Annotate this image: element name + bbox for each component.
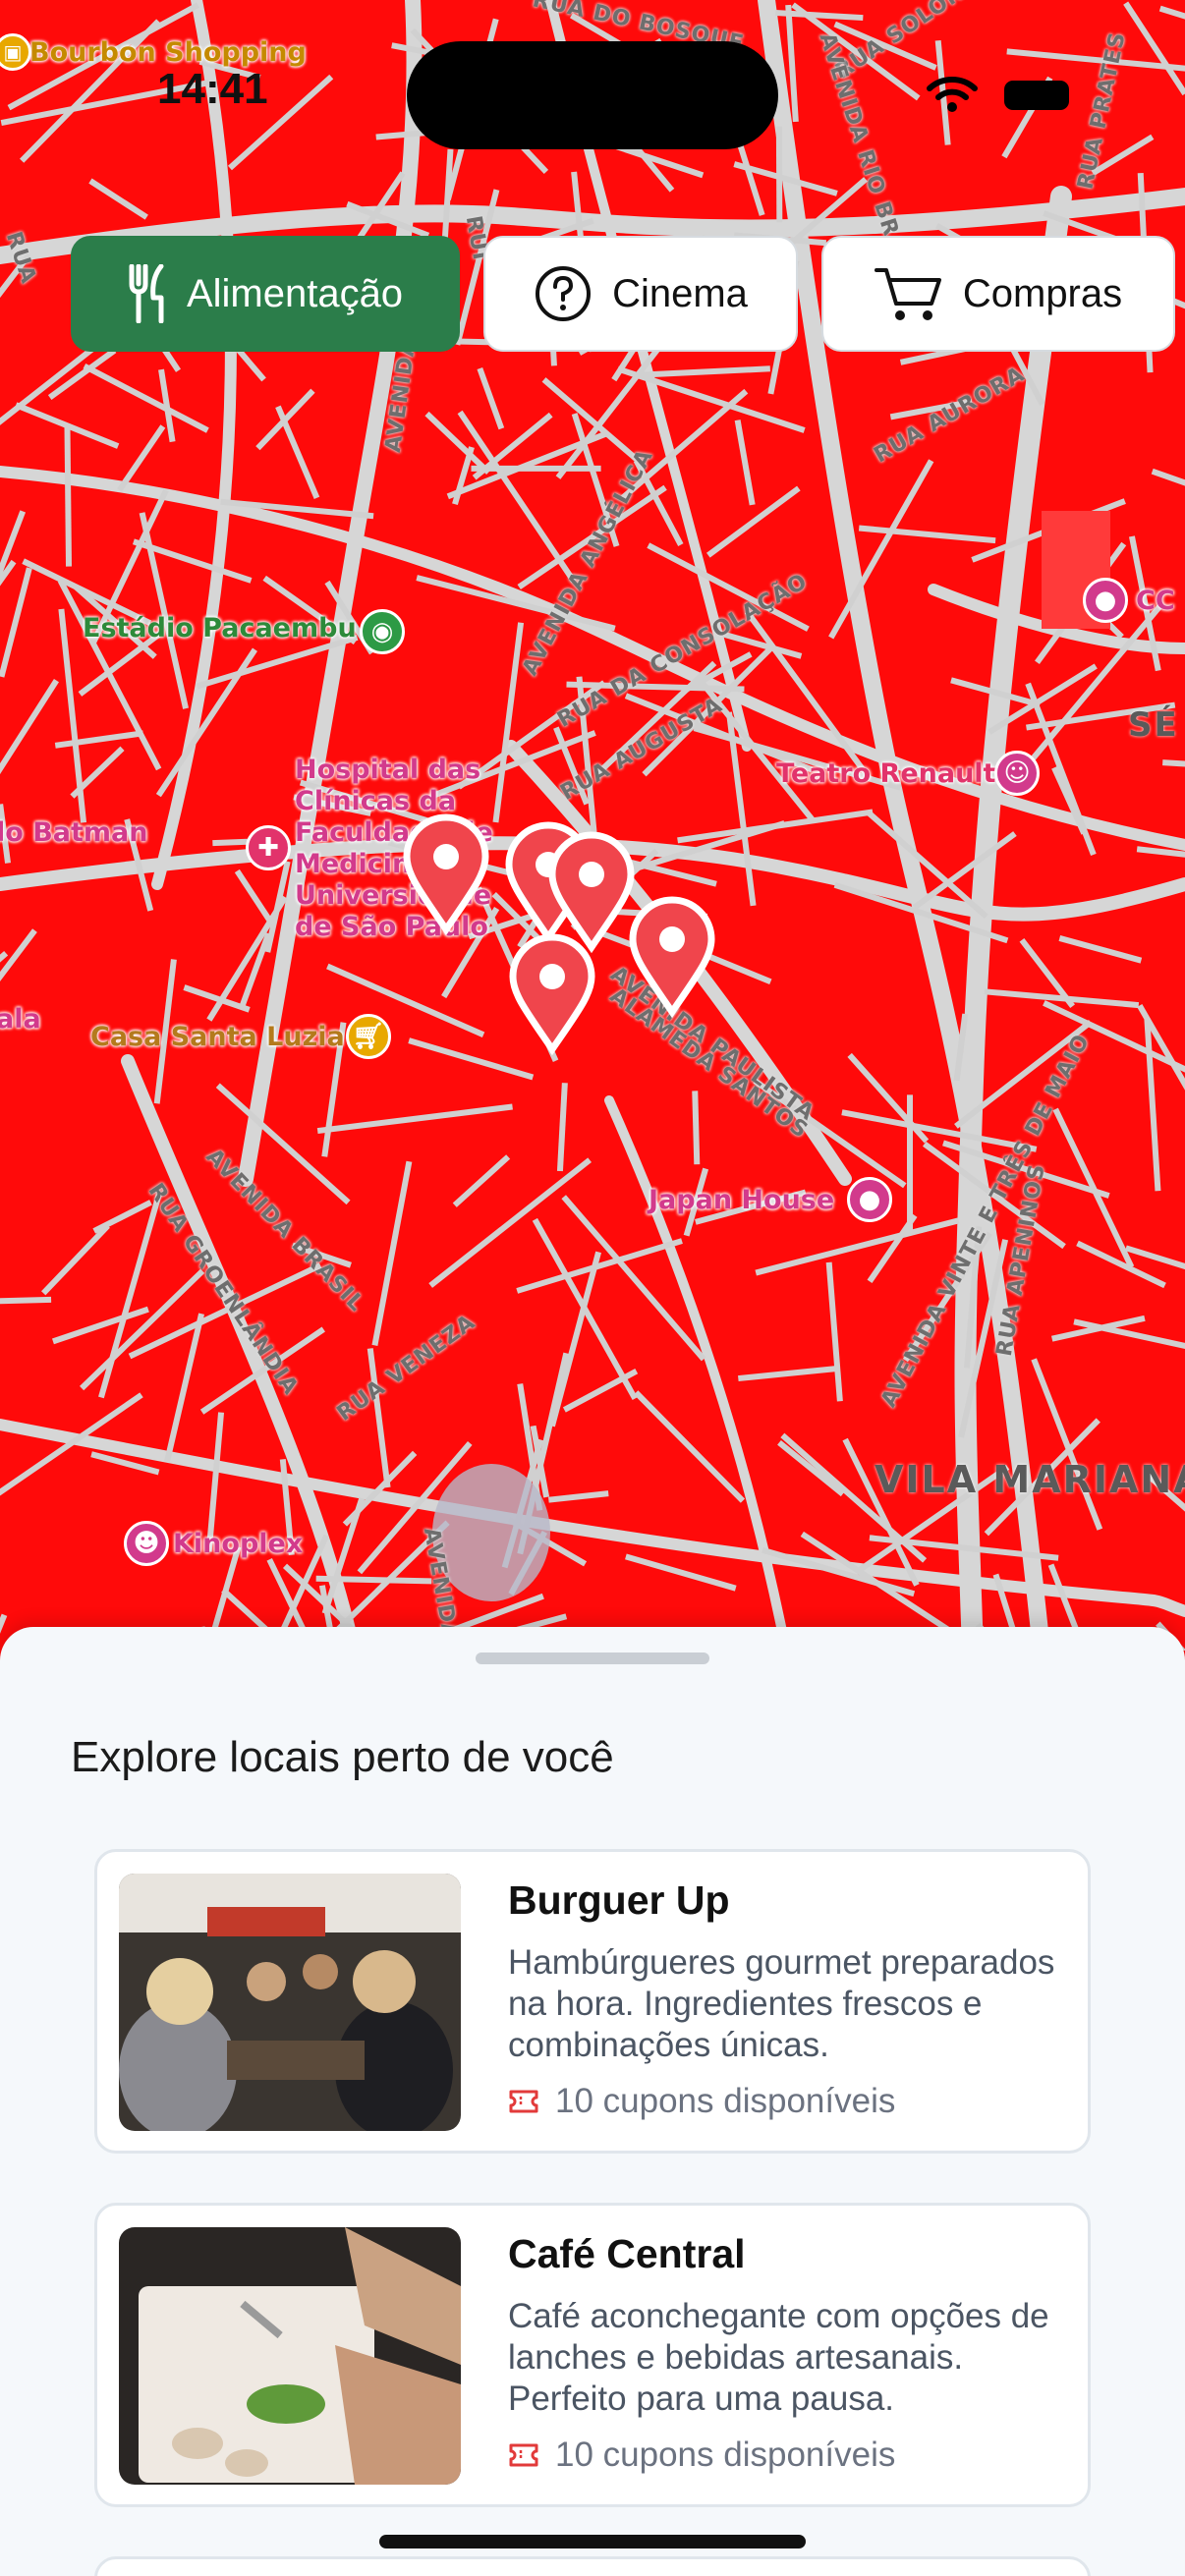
poi-estadio-pacaembu[interactable]: Estádio Pacaembu (83, 613, 357, 644)
theater-mask-icon: ☺ (994, 751, 1040, 796)
place-card-burguer-up[interactable]: Burguer Up Hambúrgueres gourmet preparad… (94, 1849, 1091, 2154)
poi-bourbon-shopping[interactable]: Bourbon Shopping (29, 37, 307, 68)
fork-knife-icon (129, 264, 164, 323)
poi-teatro-renault[interactable]: Teatro Renault (776, 758, 995, 789)
coupons-label: 10 cupons disponíveis (555, 2082, 896, 2120)
place-name: Burguer Up (508, 1877, 730, 1923)
hospital-cross-icon: ✚ (246, 825, 291, 870)
cart-poi-icon: 🛒︎ (346, 1014, 391, 1059)
cinema-icon: ☻ (124, 1521, 169, 1566)
district-vila-mariana: VILA MARIANA (875, 1458, 1185, 1501)
category-label: Compras (962, 271, 1123, 315)
map-pin[interactable] (401, 813, 491, 935)
sheet-title: Explore locais perto de você (71, 1733, 614, 1781)
category-chip-cinema[interactable]: Cinema (483, 236, 798, 352)
status-time: 14:41 (157, 65, 268, 113)
category-chip-alimentacao[interactable]: Alimentação (71, 236, 460, 352)
place-card-cafe-central[interactable]: Café Central Café aconchegante com opçõe… (94, 2203, 1091, 2507)
poi-ala[interactable]: ala (0, 1004, 41, 1035)
question-circle-icon (536, 266, 592, 321)
battery-icon (1004, 81, 1069, 110)
coupons-label: 10 cupons disponíveis (555, 2436, 896, 2474)
stadium-icon: ◉ (360, 609, 405, 654)
ticket-icon (509, 2090, 538, 2113)
place-name: Café Central (508, 2231, 746, 2276)
place-coupons: 10 cupons disponíveis (508, 2082, 895, 2121)
map-pin[interactable] (627, 896, 717, 1018)
poi-hospital-line1: Hospital das (295, 755, 481, 785)
cart-icon (874, 268, 941, 320)
category-chip-compras[interactable]: Compras (821, 236, 1175, 352)
place-description: Café aconchegante com opções de lanches … (508, 2297, 1049, 2418)
bottom-sheet[interactable]: Explore locais perto de você Burguer Up … (0, 1627, 1185, 2576)
ticket-icon (509, 2443, 538, 2467)
poi-batman[interactable]: lo Batman (0, 817, 148, 848)
landmark-dot-icon: ● (1083, 578, 1128, 623)
place-photo (119, 1874, 461, 2131)
map-pin[interactable] (507, 933, 597, 1055)
dynamic-island (407, 41, 778, 149)
district-se: SÉ (1128, 705, 1179, 745)
category-label: Cinema (612, 271, 748, 315)
poi-casa-santa-luzia[interactable]: Casa Santa Luzia (90, 1022, 345, 1052)
place-coupons: 10 cupons disponíveis (508, 2436, 895, 2475)
sheet-drag-handle[interactable] (476, 1652, 709, 1664)
home-indicator[interactable] (379, 2535, 806, 2548)
category-label: Alimentação (186, 271, 404, 315)
place-description: Hambúrgueres gourmet preparados na hora.… (508, 1943, 1055, 2064)
place-card-partial[interactable] (94, 2556, 1091, 2576)
poi-japan-house[interactable]: Japan House (649, 1185, 834, 1215)
poi-kinoplex[interactable]: Kinoplex (173, 1529, 303, 1559)
wifi-icon (927, 77, 978, 112)
landmark-dot-icon: ● (847, 1177, 892, 1222)
poi-ccsp[interactable]: CC (1136, 586, 1175, 616)
place-photo (119, 2227, 461, 2485)
